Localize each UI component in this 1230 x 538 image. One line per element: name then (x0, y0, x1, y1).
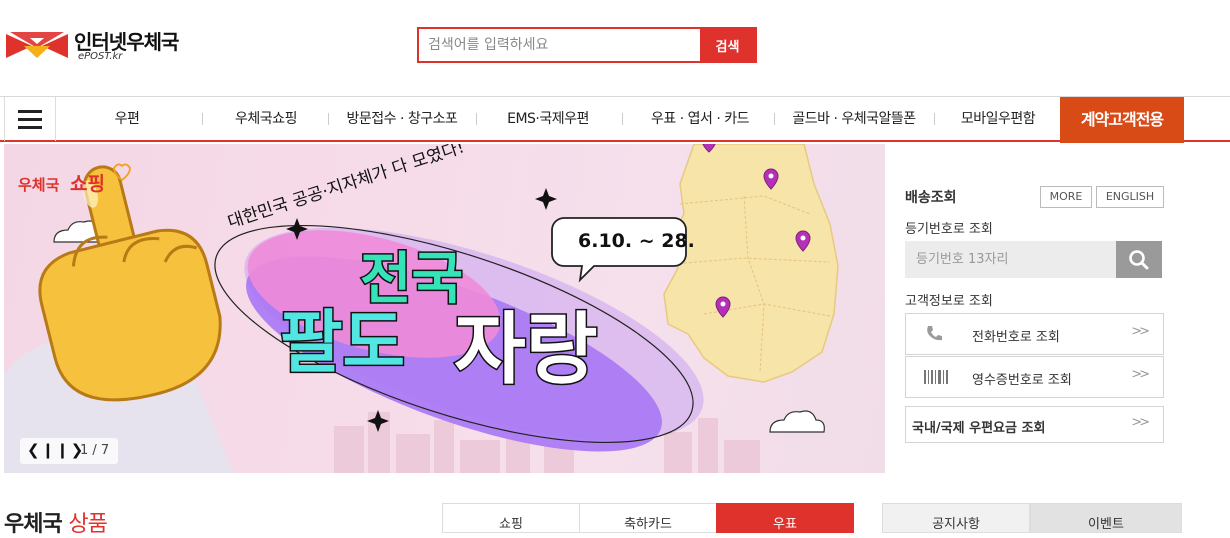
reg-number-label: 등기번호로 조회 (905, 222, 993, 237)
nav-item-visit-pickup[interactable]: 방문접수 · 창구소포 (336, 97, 468, 141)
banner-headline-a: 팔도 (280, 304, 405, 383)
banner-brand-shopping: 쇼핑 (70, 173, 105, 195)
nav-item-mobile-mailbox[interactable]: 모바일우편함 (942, 97, 1054, 141)
nav-divider (476, 113, 477, 125)
banner-prev-pause-next-icons[interactable]: ❮❙❙❯ (27, 441, 85, 459)
phone-icon (927, 326, 942, 341)
postage-rate-link[interactable]: 국내/국제 우편요금 조회 >> (905, 406, 1164, 443)
products-title-black: 우체국 (4, 512, 63, 537)
phone-lookup-link[interactable]: 전화번호로 조회 >> (905, 313, 1164, 355)
banner-date: 6.10. ~ 28. (578, 230, 695, 252)
nav-divider (202, 113, 203, 125)
reg-search-button[interactable] (1116, 241, 1162, 278)
search-button[interactable]: 검색 (700, 29, 755, 61)
nav-divider (622, 113, 623, 125)
barcode-icon (924, 370, 948, 384)
tab-greeting-card[interactable]: 축하카드 (579, 503, 717, 533)
nav-item-shopping[interactable]: 우체국쇼핑 (212, 97, 320, 141)
search-input[interactable] (419, 29, 702, 61)
banner-subtitle: 대한민국 공공·지자체가 다 모였다! (225, 144, 466, 233)
logo-subtitle: ePOST.kr (78, 51, 123, 62)
banner-artwork: 대한민국 공공·지자체가 다 모였다! 6.10. ~ 28. 전국 팔도 자랑… (4, 144, 839, 473)
receipt-lookup-label: 영수증번호로 조회 (972, 373, 1072, 388)
banner-pager: ❮❙❙❯ 1 / 7 (20, 438, 118, 464)
nav-item-post[interactable]: 우편 (68, 97, 186, 141)
products-title-red: 상품 (68, 512, 107, 537)
chevron-right-icon: >> (1131, 324, 1150, 339)
nav-divider (328, 113, 329, 125)
search-icon (1129, 250, 1149, 270)
header: 인터넷우체국 ePOST.kr 검색 (0, 0, 1230, 96)
nav-item-stamps[interactable]: 우표 · 엽서 · 카드 (632, 97, 768, 141)
nav-divider (934, 113, 935, 125)
main-nav: 우편 우체국쇼핑 방문접수 · 창구소포 EMS·국제우편 우표 · 엽서 · … (0, 96, 1230, 143)
banner-brand: 우체국 (18, 176, 60, 194)
customer-info-label: 고객정보로 조회 (905, 294, 993, 309)
chevron-right-icon: >> (1131, 415, 1150, 430)
delivery-tracking-panel: 배송조회 MORE ENGLISH 등기번호로 조회 고객정보로 조회 전화번호… (885, 144, 1230, 473)
menu-icon[interactable] (4, 97, 56, 141)
banner-headline-top: 전국 (360, 247, 463, 312)
tab-shopping[interactable]: 쇼핑 (442, 503, 580, 533)
more-button[interactable]: MORE (1040, 186, 1092, 208)
search-box: 검색 (417, 27, 757, 63)
postage-rate-label: 국내/국제 우편요금 조회 (912, 421, 1046, 436)
promo-banner[interactable]: 대한민국 공공·지자체가 다 모였다! 6.10. ~ 28. 전국 팔도 자랑… (4, 144, 885, 473)
tab-notices[interactable]: 공지사항 (882, 503, 1030, 533)
banner-headline-b: 자랑 (454, 305, 598, 395)
nav-item-ems[interactable]: EMS·국제우편 (484, 97, 612, 141)
english-button[interactable]: ENGLISH (1096, 186, 1164, 208)
products-section-title: 우체국 상품 (4, 506, 108, 538)
tab-events[interactable]: 이벤트 (1030, 503, 1182, 533)
tab-stamps[interactable]: 우표 (716, 503, 854, 533)
nav-divider (774, 113, 775, 125)
panel-title: 배송조회 (905, 190, 957, 206)
reg-number-input[interactable] (905, 241, 1116, 278)
contract-customer-button[interactable]: 계약고객전용 (1060, 97, 1184, 143)
receipt-lookup-link[interactable]: 영수증번호로 조회 >> (905, 356, 1164, 398)
nav-item-goldbar[interactable]: 골드바 · 우체국알뜰폰 (780, 97, 928, 141)
epost-logo[interactable]: 인터넷우체국 ePOST.kr (4, 24, 194, 66)
banner-page-count: 1 / 7 (80, 443, 110, 458)
epost-logo-icon (6, 32, 68, 58)
phone-lookup-label: 전화번호로 조회 (972, 330, 1060, 345)
chevron-right-icon: >> (1131, 367, 1150, 382)
